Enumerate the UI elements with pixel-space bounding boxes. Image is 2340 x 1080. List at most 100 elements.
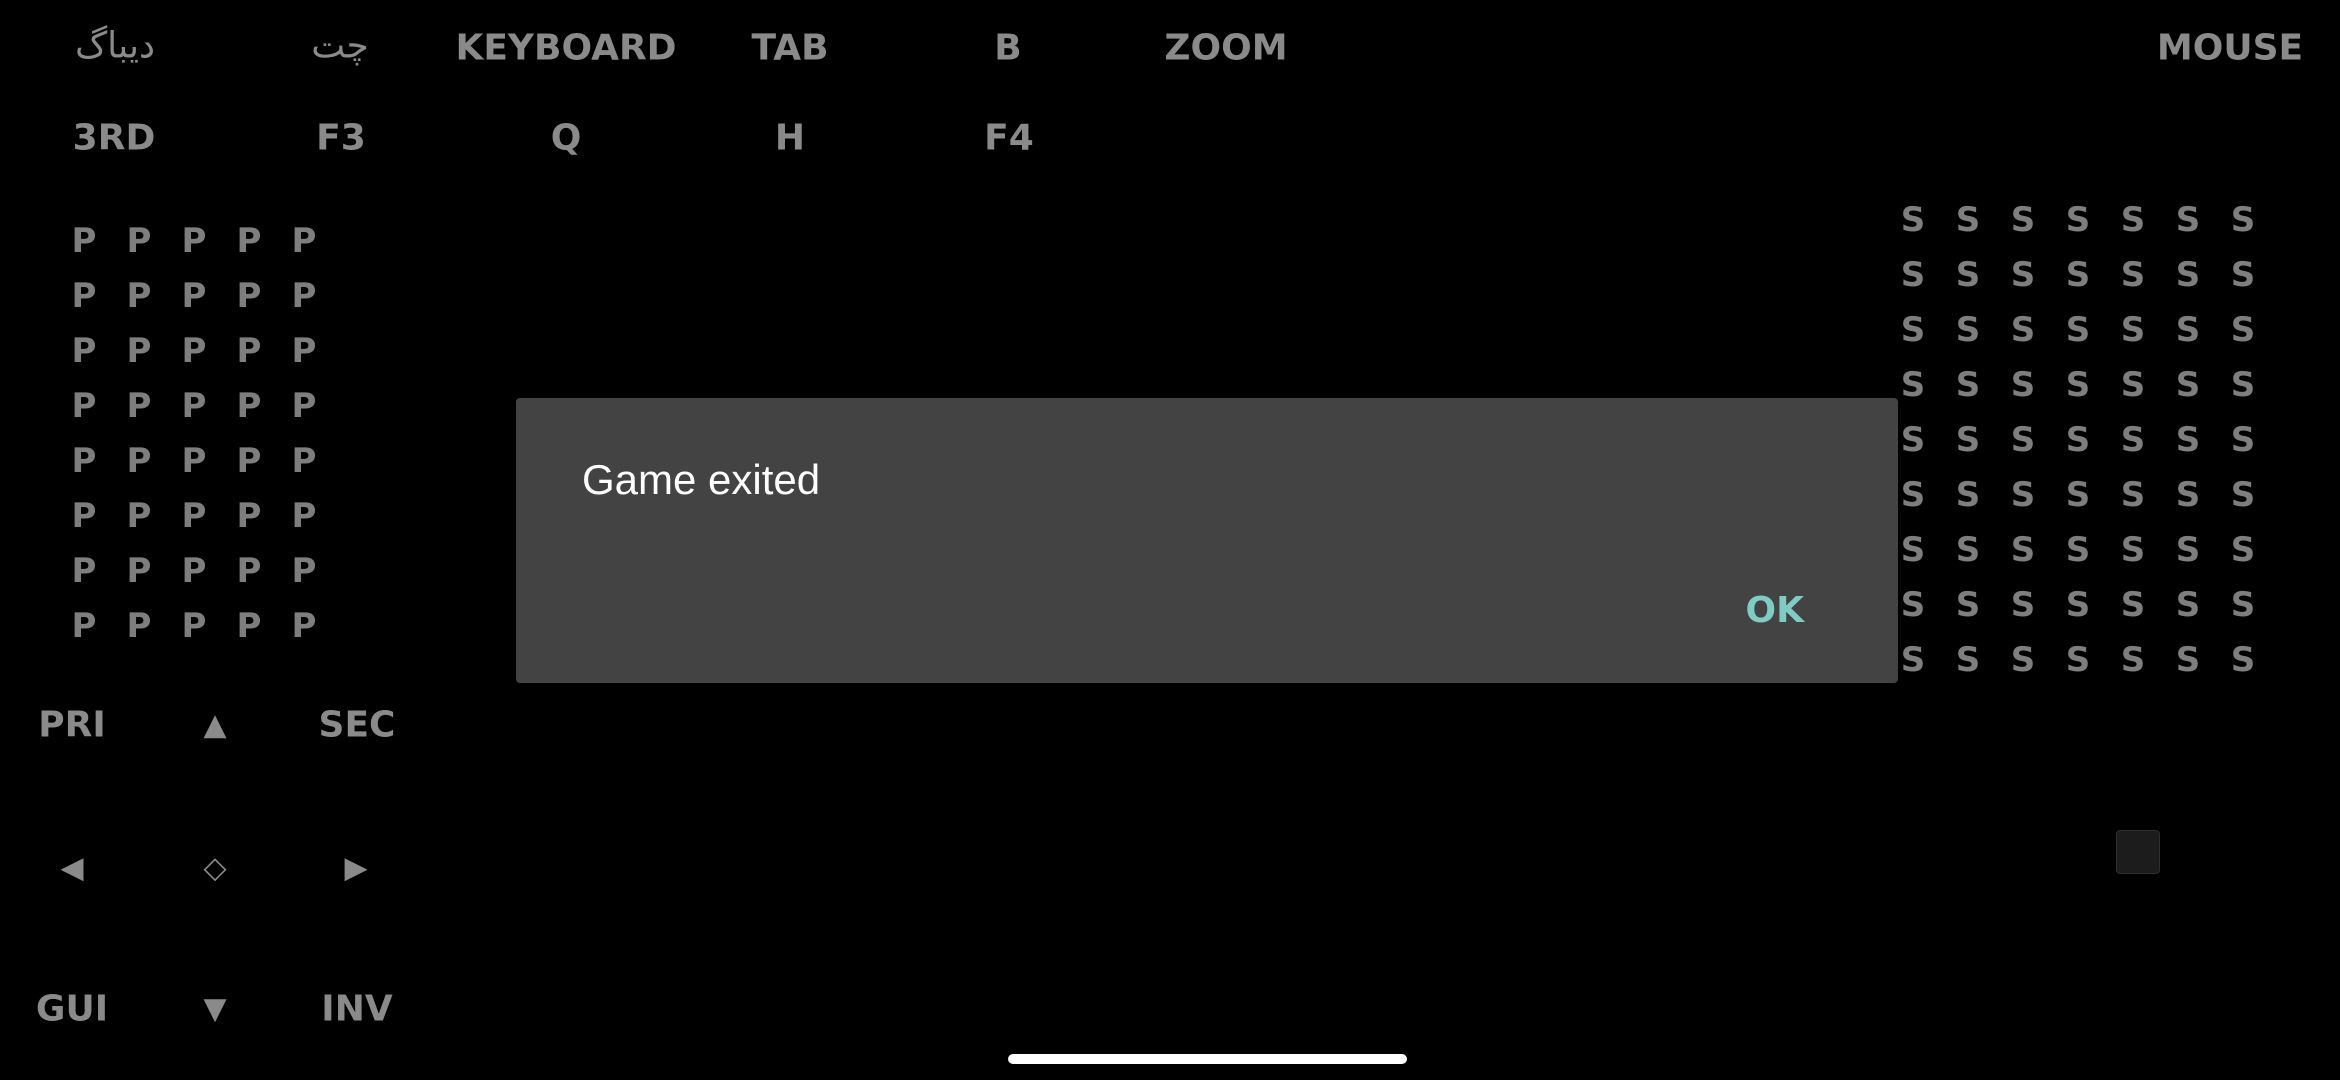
primary-hotbar-key[interactable]: P bbox=[127, 331, 152, 371]
secondary-hotbar-key[interactable]: S bbox=[2121, 585, 2146, 625]
secondary-hotbar-key[interactable]: S bbox=[2066, 255, 2091, 295]
secondary-hotbar-key[interactable]: S bbox=[2176, 365, 2201, 405]
secondary-hotbar-key[interactable]: S bbox=[1956, 365, 1981, 405]
secondary-hotbar-key[interactable]: S bbox=[2176, 310, 2201, 350]
secondary-hotbar-key[interactable]: S bbox=[2011, 255, 2036, 295]
tab-button[interactable]: TAB bbox=[751, 28, 828, 69]
secondary-action-button[interactable]: SEC bbox=[319, 705, 396, 746]
secondary-hotbar-key[interactable]: S bbox=[2176, 530, 2201, 570]
secondary-hotbar-key[interactable]: S bbox=[2231, 255, 2256, 295]
up-arrow-icon[interactable]: ▲ bbox=[203, 708, 226, 743]
secondary-hotbar-key[interactable]: S bbox=[2231, 585, 2256, 625]
secondary-hotbar-key[interactable]: S bbox=[2121, 365, 2146, 405]
primary-hotbar-key[interactable]: P bbox=[72, 221, 97, 261]
secondary-hotbar-key[interactable]: S bbox=[1956, 420, 1981, 460]
secondary-hotbar-key[interactable]: S bbox=[2176, 255, 2201, 295]
primary-hotbar-key[interactable]: P bbox=[182, 386, 207, 426]
gui-button[interactable]: GUI bbox=[36, 989, 108, 1030]
secondary-hotbar-key[interactable]: S bbox=[1901, 420, 1926, 460]
down-arrow-icon[interactable]: ▼ bbox=[203, 992, 226, 1027]
secondary-hotbar-key[interactable]: S bbox=[1956, 530, 1981, 570]
secondary-hotbar-key[interactable]: S bbox=[1901, 530, 1926, 570]
primary-hotbar-key[interactable]: P bbox=[182, 331, 207, 371]
secondary-hotbar-key[interactable]: S bbox=[2066, 530, 2091, 570]
primary-hotbar-key[interactable]: P bbox=[182, 441, 207, 481]
secondary-hotbar-key[interactable]: S bbox=[1956, 310, 1981, 350]
secondary-hotbar-key[interactable]: S bbox=[2011, 420, 2036, 460]
third-person-button[interactable]: 3RD bbox=[73, 118, 156, 159]
primary-hotbar-key[interactable]: P bbox=[182, 551, 207, 591]
primary-hotbar-key[interactable]: P bbox=[182, 221, 207, 261]
secondary-hotbar-key[interactable]: S bbox=[2121, 420, 2146, 460]
secondary-hotbar-key[interactable]: S bbox=[2011, 475, 2036, 515]
secondary-hotbar-key[interactable]: S bbox=[2231, 310, 2256, 350]
keyboard-button[interactable]: KEYBOARD bbox=[455, 28, 676, 69]
secondary-hotbar-key[interactable]: S bbox=[1901, 475, 1926, 515]
secondary-hotbar-key[interactable]: S bbox=[2066, 200, 2091, 240]
primary-hotbar-key[interactable]: P bbox=[292, 276, 317, 316]
left-arrow-icon[interactable]: ◀ bbox=[60, 851, 83, 886]
secondary-hotbar-key[interactable]: S bbox=[2176, 200, 2201, 240]
primary-hotbar-key[interactable]: P bbox=[72, 386, 97, 426]
f4-button[interactable]: F4 bbox=[984, 118, 1034, 159]
secondary-hotbar-key[interactable]: S bbox=[2176, 640, 2201, 680]
primary-hotbar-key[interactable]: P bbox=[292, 551, 317, 591]
debug-button[interactable]: دیباگ bbox=[75, 26, 155, 67]
secondary-hotbar-key[interactable]: S bbox=[1901, 310, 1926, 350]
primary-hotbar-key[interactable]: P bbox=[127, 496, 152, 536]
primary-hotbar-key[interactable]: P bbox=[237, 551, 262, 591]
primary-hotbar-key[interactable]: P bbox=[182, 496, 207, 536]
primary-hotbar-key[interactable]: P bbox=[237, 276, 262, 316]
secondary-hotbar-key[interactable]: S bbox=[2011, 310, 2036, 350]
secondary-hotbar-key[interactable]: S bbox=[2231, 365, 2256, 405]
primary-hotbar-key[interactable]: P bbox=[292, 606, 317, 646]
secondary-hotbar-key[interactable]: S bbox=[2121, 475, 2146, 515]
secondary-hotbar-key[interactable]: S bbox=[2011, 640, 2036, 680]
primary-hotbar-key[interactable]: P bbox=[292, 331, 317, 371]
primary-hotbar-key[interactable]: P bbox=[127, 551, 152, 591]
secondary-hotbar-key[interactable]: S bbox=[2121, 310, 2146, 350]
primary-hotbar-key[interactable]: P bbox=[72, 496, 97, 536]
primary-hotbar-key[interactable]: P bbox=[237, 221, 262, 261]
q-button[interactable]: Q bbox=[551, 118, 582, 159]
secondary-hotbar-key[interactable]: S bbox=[2066, 640, 2091, 680]
right-arrow-icon[interactable]: ▶ bbox=[344, 851, 367, 886]
secondary-hotbar-key[interactable]: S bbox=[2011, 365, 2036, 405]
primary-hotbar-key[interactable]: P bbox=[237, 331, 262, 371]
primary-hotbar-key[interactable]: P bbox=[72, 441, 97, 481]
square-control-button[interactable] bbox=[2116, 830, 2160, 874]
secondary-hotbar-key[interactable]: S bbox=[2066, 585, 2091, 625]
chat-button[interactable]: چت bbox=[311, 26, 369, 67]
secondary-hotbar-key[interactable]: S bbox=[2231, 475, 2256, 515]
secondary-hotbar-key[interactable]: S bbox=[1956, 255, 1981, 295]
secondary-hotbar-key[interactable]: S bbox=[2231, 640, 2256, 680]
primary-hotbar-key[interactable]: P bbox=[127, 606, 152, 646]
primary-hotbar-key[interactable]: P bbox=[72, 551, 97, 591]
primary-hotbar-key[interactable]: P bbox=[127, 386, 152, 426]
f3-button[interactable]: F3 bbox=[316, 118, 366, 159]
secondary-hotbar-key[interactable]: S bbox=[1956, 200, 1981, 240]
secondary-hotbar-key[interactable]: S bbox=[1901, 365, 1926, 405]
secondary-hotbar-key[interactable]: S bbox=[2066, 310, 2091, 350]
secondary-hotbar-key[interactable]: S bbox=[2121, 530, 2146, 570]
secondary-hotbar-key[interactable]: S bbox=[2066, 420, 2091, 460]
secondary-hotbar-key[interactable]: S bbox=[1901, 585, 1926, 625]
primary-hotbar-key[interactable]: P bbox=[237, 606, 262, 646]
secondary-hotbar-key[interactable]: S bbox=[2121, 200, 2146, 240]
primary-action-button[interactable]: PRI bbox=[38, 705, 106, 746]
secondary-hotbar-key[interactable]: S bbox=[2231, 530, 2256, 570]
primary-hotbar-key[interactable]: P bbox=[127, 221, 152, 261]
secondary-hotbar-key[interactable]: S bbox=[2231, 200, 2256, 240]
secondary-hotbar-key[interactable]: S bbox=[2231, 420, 2256, 460]
secondary-hotbar-key[interactable]: S bbox=[2121, 255, 2146, 295]
secondary-hotbar-key[interactable]: S bbox=[2011, 200, 2036, 240]
secondary-hotbar-key[interactable]: S bbox=[2011, 530, 2036, 570]
h-button[interactable]: H bbox=[775, 118, 805, 159]
secondary-hotbar-key[interactable]: S bbox=[2121, 640, 2146, 680]
b-button[interactable]: B bbox=[994, 28, 1021, 69]
secondary-hotbar-key[interactable]: S bbox=[2176, 475, 2201, 515]
secondary-hotbar-key[interactable]: S bbox=[1901, 255, 1926, 295]
secondary-hotbar-key[interactable]: S bbox=[2066, 365, 2091, 405]
primary-hotbar-key[interactable]: P bbox=[237, 386, 262, 426]
mouse-button[interactable]: MOUSE bbox=[2157, 28, 2303, 69]
